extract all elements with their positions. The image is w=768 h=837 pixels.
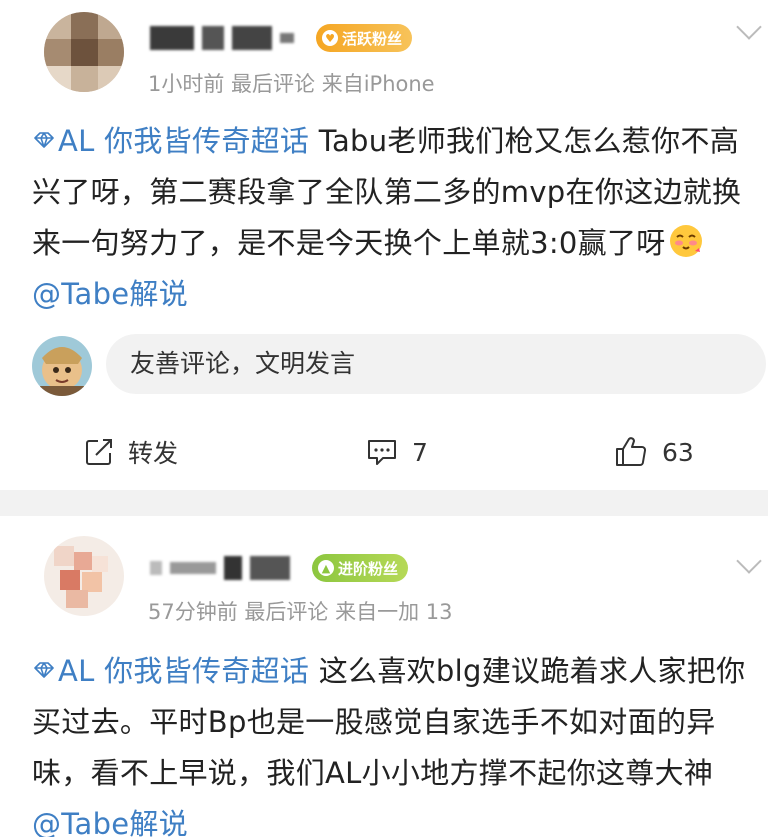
comment-icon xyxy=(368,440,396,465)
username-blurred xyxy=(250,556,290,580)
fan-badge-icon: ♥ xyxy=(322,30,338,46)
topic-label: AL 你我皆传奇超话 xyxy=(58,654,310,688)
my-avatar xyxy=(32,336,92,396)
repost-button[interactable]: 转发 xyxy=(84,430,178,474)
post-body: AL 你我皆传奇超话 Tabu老师我们枪又怎么惹你不高兴了呀，第二赛段拿了全队第… xyxy=(32,116,748,320)
username-row[interactable]: ♥ 活跃粉丝 xyxy=(150,18,413,58)
username-blurred xyxy=(170,562,216,574)
comment-input[interactable]: 友善评论，文明发言 xyxy=(106,334,766,394)
like-count: 63 xyxy=(662,437,694,467)
username-row[interactable]: ▲ 进阶粉丝 xyxy=(150,548,409,588)
post-meta: 57分钟前 最后评论 来自一加 13 xyxy=(148,600,453,624)
topic-link[interactable]: AL 你我皆传奇超话 xyxy=(32,654,309,688)
topic-label: AL 你我皆传奇超话 xyxy=(58,124,310,158)
mention-link[interactable]: @Tabe解说 xyxy=(32,807,188,837)
username-blurred xyxy=(150,26,194,50)
username-blurred xyxy=(280,33,294,43)
topic-link[interactable]: AL 你我皆传奇超话 xyxy=(32,124,309,158)
username-blurred xyxy=(202,26,224,50)
username-blurred xyxy=(224,556,242,580)
post-body: AL 你我皆传奇超话 这么喜欢blg建议跪着求人家把你买过去。平时Bp也是一股感… xyxy=(32,646,748,837)
fan-badge: ♥ 活跃粉丝 xyxy=(316,24,413,52)
topic-diamond-icon xyxy=(34,662,54,678)
repost-label: 转发 xyxy=(128,439,179,468)
user-avatar[interactable] xyxy=(44,536,124,616)
chevron-down-icon[interactable] xyxy=(736,14,762,40)
like-icon xyxy=(616,437,646,466)
user-avatar[interactable] xyxy=(44,12,124,92)
fan-badge-icon: ▲ xyxy=(318,560,334,576)
post-separator xyxy=(0,490,768,516)
post-meta: 1小时前 最后评论 来自iPhone xyxy=(148,72,435,96)
username-blurred xyxy=(232,26,272,50)
username-blurred xyxy=(150,561,162,575)
fan-badge-label: 进阶粉丝 xyxy=(338,559,399,578)
emoji-icon xyxy=(669,225,702,257)
comment-count: 7 xyxy=(412,437,428,467)
comment-button[interactable]: 7 xyxy=(366,430,428,474)
post-card: ♥ 活跃粉丝 1小时前 最后评论 来自iPhone AL 你我皆传奇超话 Tab… xyxy=(0,0,768,490)
mention-link[interactable]: @Tabe解说 xyxy=(32,277,188,311)
post-card: ▲ 进阶粉丝 57分钟前 最后评论 来自一加 13 AL 你我皆传奇超话 这么喜… xyxy=(0,516,768,837)
topic-diamond-icon xyxy=(34,132,54,148)
like-button[interactable]: 63 xyxy=(614,430,694,474)
fan-badge: ▲ 进阶粉丝 xyxy=(312,554,409,582)
chevron-down-icon[interactable] xyxy=(736,548,762,574)
fan-badge-label: 活跃粉丝 xyxy=(342,29,403,48)
repost-icon xyxy=(86,439,112,465)
